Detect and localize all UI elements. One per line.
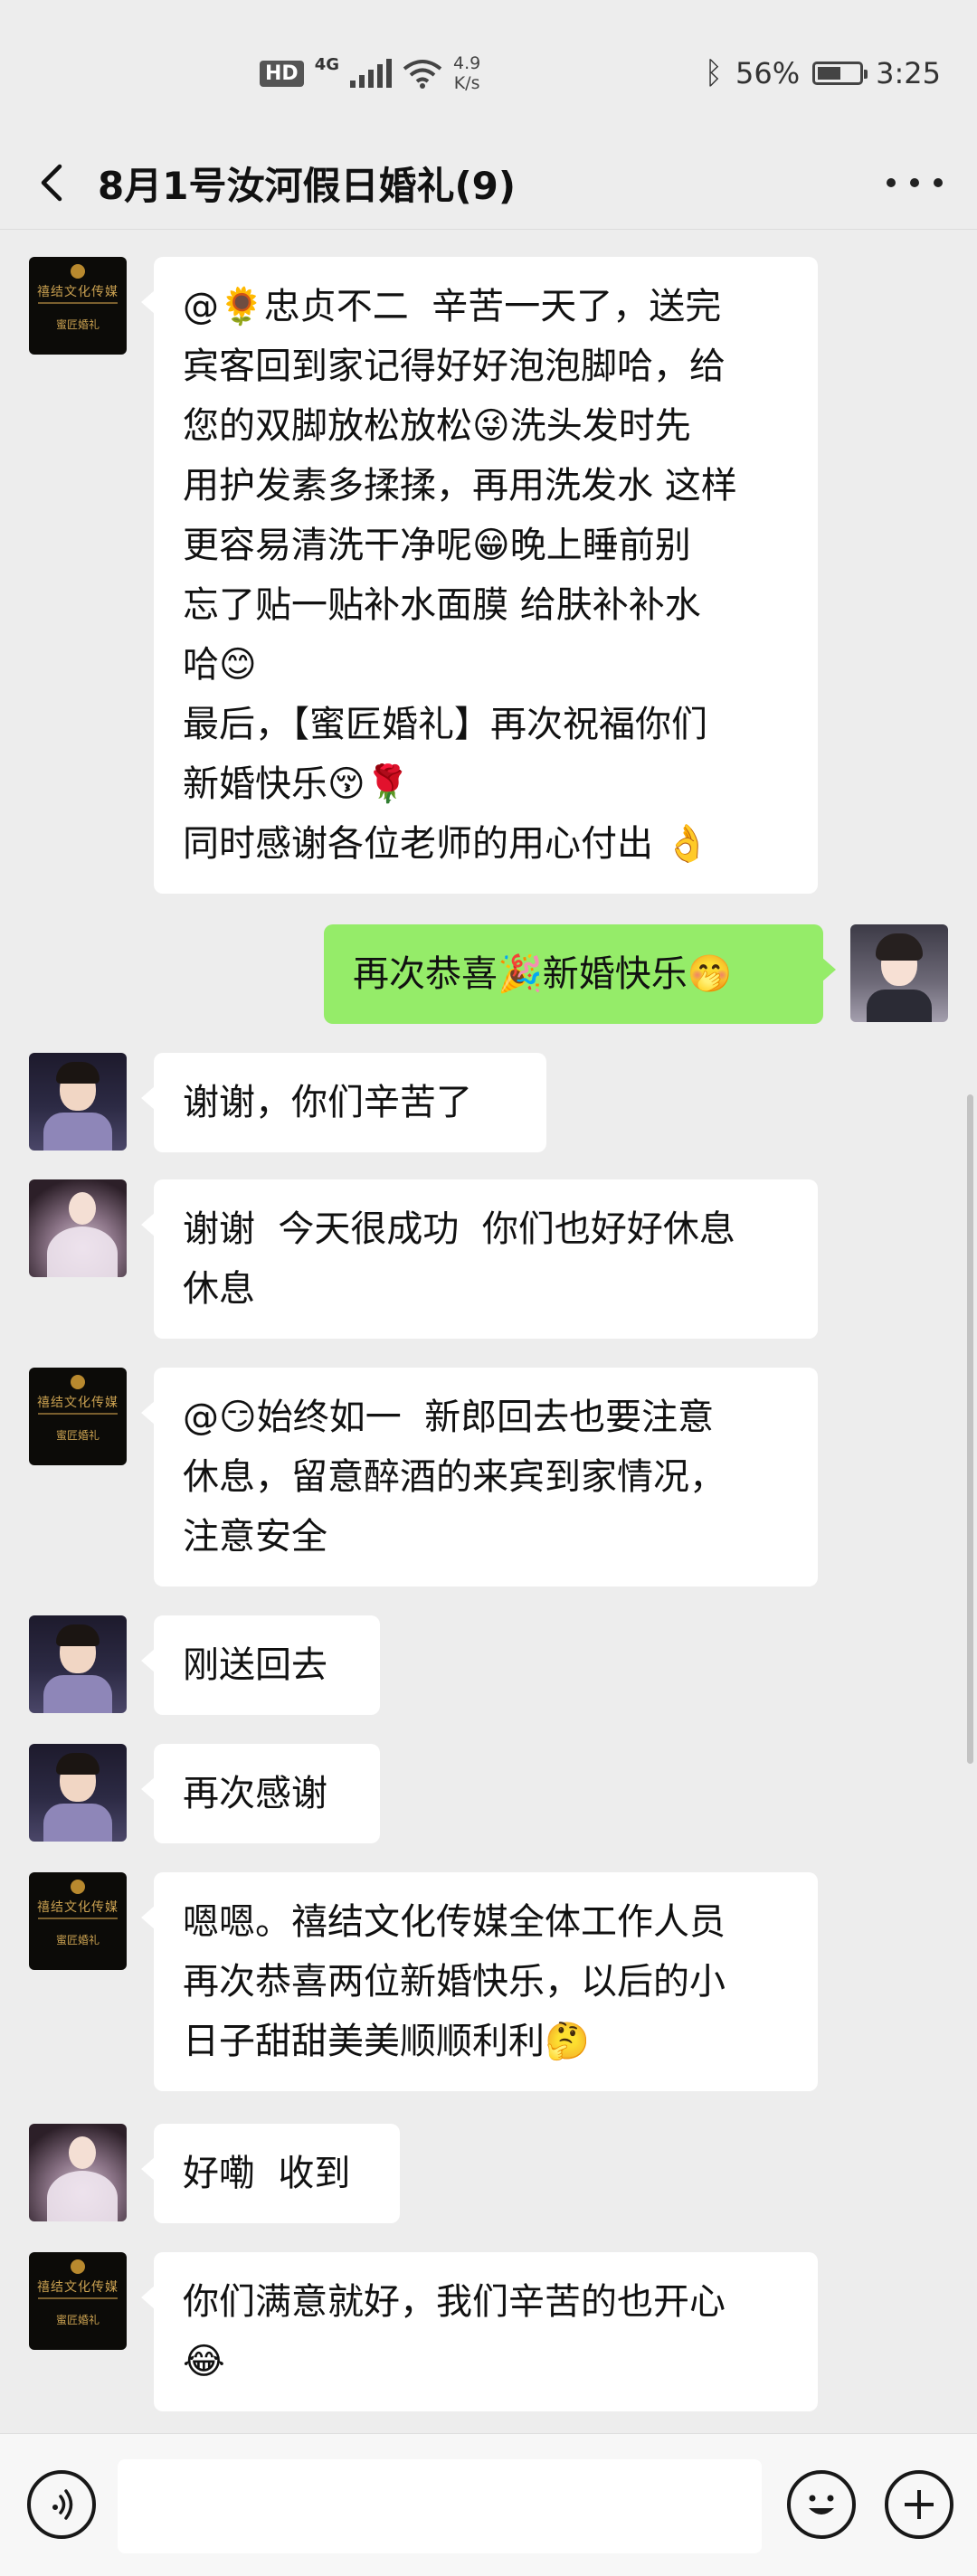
incoming-message-bubble[interactable]: 你们满意就好，我们辛苦的也开心 😂 xyxy=(141,2252,818,2411)
message-text-line: 哈😊 xyxy=(183,644,257,686)
message-text-line: @🌻忠贞不二 辛苦一天了，送完 xyxy=(183,286,722,327)
avatar[interactable]: 禧结文化传媒 蜜匠婚礼 xyxy=(29,1872,127,1970)
message-text-line: @😏始终如一 新郎回去也要注意 xyxy=(183,1397,715,1438)
status-left: HD 4G 4.9 K/s xyxy=(260,52,480,94)
message-text-line: 再次恭喜🎉新婚快乐🤭 xyxy=(353,953,733,995)
avatar[interactable] xyxy=(850,924,948,1022)
message-text-line: 同时感谢各位老师的用心付出 👌 xyxy=(183,823,710,865)
message-text-line: 最后，【蜜匠婚礼】再次祝福你们 xyxy=(183,704,707,745)
status-bar: HD 4G 4.9 K/s ᛒ 56% 3:25 xyxy=(0,0,977,136)
incoming-message-bubble[interactable]: 刚送回去 xyxy=(141,1615,380,1715)
scrollbar[interactable] xyxy=(967,1094,973,1764)
incoming-message-bubble[interactable]: @🌻忠贞不二 辛苦一天了，送完 宾客回到家记得好好泡泡脚哈，给 您的双脚放松放松😜洗… xyxy=(141,257,818,894)
message-text-line: 宾客回到家记得好好泡泡脚哈，给 xyxy=(183,346,726,387)
message-list[interactable]: 禧结文化传媒 蜜匠婚礼 @🌻忠贞不二 辛苦一天了，送完 宾客回到家记得好好泡泡脚哈，给… xyxy=(0,230,977,2433)
battery-fill xyxy=(818,67,841,80)
message-text-line: 休息 xyxy=(183,1268,255,1310)
network-speed: 4.9 K/s xyxy=(453,53,480,93)
message-text-line: 谢谢 今天很成功 你们也好好休息 xyxy=(183,1208,735,1250)
emoji-icon[interactable] xyxy=(787,2470,856,2539)
voice-icon[interactable] xyxy=(27,2470,96,2539)
message-text-line: 忘了贴一贴补水面膜 给肤补补水 xyxy=(183,584,701,626)
incoming-message-bubble[interactable]: @😏始终如一 新郎回去也要注意 休息，留意醉酒的来宾到家情况， 注意安全 xyxy=(141,1368,818,1586)
avatar[interactable] xyxy=(29,1744,127,1842)
status-right: ᛒ 56% 3:25 xyxy=(705,52,941,94)
chat-header: 8月1号汝河假日婚礼(9) xyxy=(0,136,977,230)
message-text-line: 您的双脚放松放松😜洗头发时先 xyxy=(183,405,691,447)
network-type: 4G xyxy=(314,54,339,74)
message-text-line: 日子甜甜美美顺顺利利🤔 xyxy=(183,2021,590,2062)
wifi-icon xyxy=(403,60,442,89)
bluetooth-icon: ᛒ xyxy=(704,55,724,91)
input-bar xyxy=(0,2433,977,2576)
message-text-line: 嗯嗯。禧结文化传媒全体工作人员 xyxy=(183,1901,726,1943)
plus-icon[interactable] xyxy=(885,2470,953,2539)
incoming-message-bubble[interactable]: 谢谢 今天很成功 你们也好好休息 休息 xyxy=(141,1179,818,1339)
message-text-line: 注意安全 xyxy=(183,1516,327,1558)
avatar[interactable] xyxy=(29,1053,127,1151)
clock: 3:25 xyxy=(876,56,941,90)
avatar[interactable] xyxy=(29,2124,127,2221)
signal-icon xyxy=(350,59,392,88)
incoming-message-bubble[interactable]: 嗯嗯。禧结文化传媒全体工作人员 再次恭喜两位新婚快乐，以后的小 日子甜甜美美顺顺利利… xyxy=(141,1872,818,2091)
chevron-left-icon[interactable] xyxy=(25,154,80,212)
message-text-line: 再次恭喜两位新婚快乐，以后的小 xyxy=(183,1961,726,2003)
avatar[interactable]: 禧结文化传媒 蜜匠婚礼 xyxy=(29,1368,127,1465)
message-text-line: 刚送回去 xyxy=(183,1644,327,1686)
message-input[interactable] xyxy=(118,2459,762,2553)
message-text-line: 你们满意就好，我们辛苦的也开心 xyxy=(183,2281,726,2323)
hd-badge: HD xyxy=(260,60,304,87)
speed-value: 4.9 xyxy=(453,53,481,73)
message-text-line: 再次感谢 xyxy=(183,1773,327,1814)
incoming-message-bubble[interactable]: 好嘞 收到 xyxy=(141,2124,400,2223)
chat-title: 8月1号汝河假日婚礼(9) xyxy=(98,164,517,208)
battery-percent: 56% xyxy=(735,56,801,90)
incoming-message-bubble[interactable]: 谢谢，你们辛苦了 xyxy=(141,1053,546,1152)
speed-unit: K/s xyxy=(453,73,480,93)
battery-icon xyxy=(812,62,868,85)
message-text-line: 更容易清洗干净呢😁晚上睡前别 xyxy=(183,525,691,566)
avatar[interactable]: 禧结文化传媒 蜜匠婚礼 xyxy=(29,2252,127,2350)
avatar[interactable] xyxy=(29,1179,127,1277)
message-text-line: 休息，留意醉酒的来宾到家情况， xyxy=(183,1456,726,1498)
message-text-line: 😂 xyxy=(183,2341,225,2382)
message-text-line: 好嘞 收到 xyxy=(183,2153,351,2194)
message-text-line: 谢谢，你们辛苦了 xyxy=(183,1082,472,1123)
message-text-line: 新婚快乐😚🌹 xyxy=(183,763,411,805)
more-dots-icon[interactable] xyxy=(887,165,943,201)
avatar[interactable] xyxy=(29,1615,127,1713)
incoming-message-bubble[interactable]: 再次感谢 xyxy=(141,1744,380,1843)
outgoing-message-bubble[interactable]: 再次恭喜🎉新婚快乐🤭 xyxy=(324,924,836,1024)
message-text-line: 用护发素多揉揉，再用洗发水 这样 xyxy=(183,465,737,507)
avatar[interactable]: 禧结文化传媒 蜜匠婚礼 xyxy=(29,257,127,355)
